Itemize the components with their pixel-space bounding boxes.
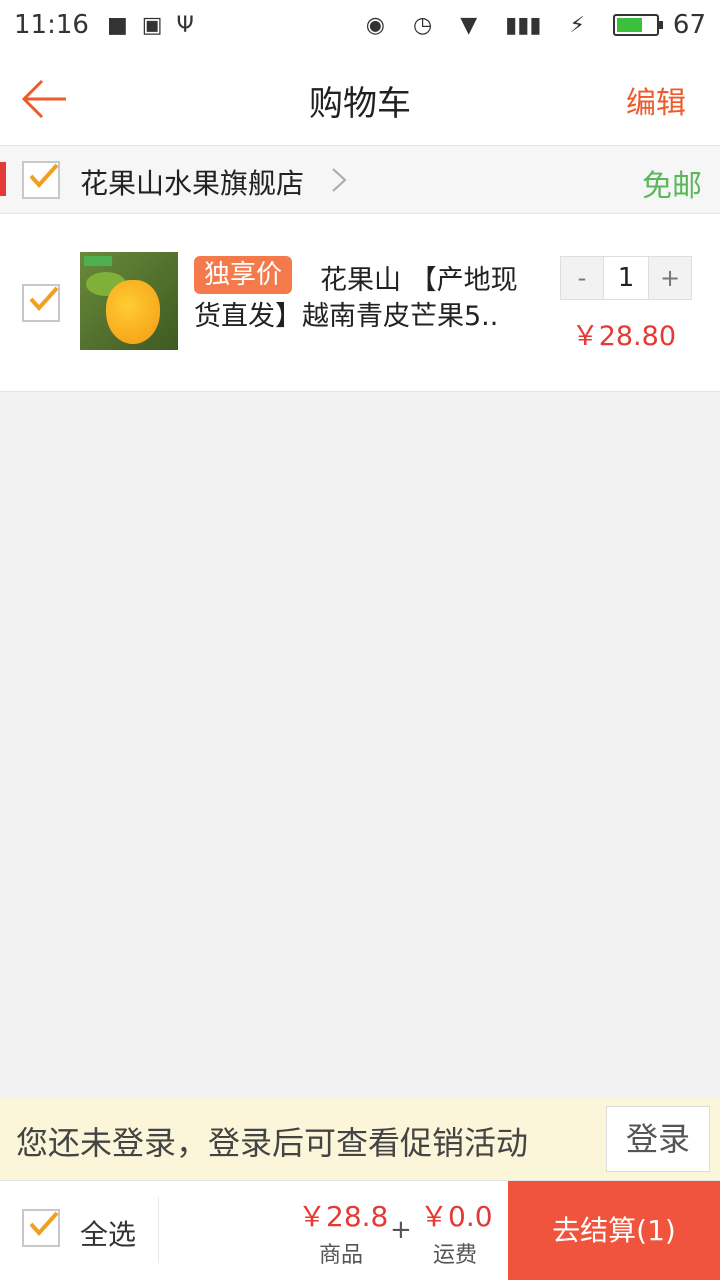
free-shipping-label: 免邮: [642, 169, 702, 204]
notification-icon: ■: [106, 12, 128, 38]
wifi-icon: ▼: [460, 12, 478, 38]
usb-icon: Ψ: [176, 12, 194, 38]
battery-icon: [612, 14, 663, 36]
increment-button[interactable]: +: [649, 257, 691, 299]
product-price: ￥28.80: [571, 321, 676, 352]
store-row[interactable]: 花果山水果旗舰店 免邮: [0, 146, 720, 214]
product-image[interactable]: [80, 252, 178, 350]
login-prompt-text: 您还未登录，登录后可查看促销活动: [16, 1124, 529, 1162]
battery-level: 67: [672, 10, 706, 40]
edit-button[interactable]: 编辑: [626, 78, 686, 122]
status-bar: 11:16 ■ ▣ Ψ ◉ ◷ ▼ ▮▮▮ ⚡ 67: [0, 0, 720, 50]
signal-icon: ▮▮▮: [505, 12, 542, 38]
freight-label: 运费: [432, 1243, 477, 1268]
mango-fruit: [106, 280, 160, 344]
chevron-right-icon[interactable]: [330, 166, 348, 194]
store-checkbox[interactable]: [22, 161, 60, 199]
select-all-label[interactable]: 全选: [80, 1213, 136, 1253]
header: 购物车 编辑: [0, 50, 720, 146]
brand-logo: [84, 256, 112, 266]
alarm-icon: ◷: [413, 12, 433, 38]
checkout-button[interactable]: 去结算(1): [508, 1181, 720, 1280]
cart-item[interactable]: 独享价 花果山 【产地现 货直发】越南青皮芒果5.. - 1 + ￥28.80: [0, 214, 720, 392]
login-button[interactable]: 登录: [606, 1106, 710, 1172]
image-icon: ▣: [141, 12, 163, 38]
store-marker: [0, 162, 6, 196]
exclusive-price-badge: 独享价: [194, 256, 293, 294]
plus-sign: +: [390, 1215, 412, 1245]
quantity-stepper: - 1 +: [560, 256, 692, 300]
freight-total: ￥0.0 运费: [420, 1195, 493, 1269]
page-title: 购物车: [309, 84, 411, 124]
select-all-checkbox[interactable]: [22, 1209, 60, 1247]
check-icon: [29, 163, 59, 188]
freight-amount: ￥0.0: [420, 1200, 493, 1233]
check-icon: [29, 286, 59, 311]
product-name-line1[interactable]: 花果山 【产地现: [320, 258, 518, 297]
checkout-bar: 全选 ￥28.8 商品 + ￥0.0 运费 去结算(1): [0, 1180, 720, 1280]
charging-icon: ⚡: [569, 12, 585, 38]
product-name-line2[interactable]: 货直发】越南青皮芒果5..: [194, 294, 498, 333]
quantity-value[interactable]: 1: [603, 257, 649, 299]
divider: [158, 1197, 159, 1263]
nfc-icon: ◉: [365, 12, 385, 38]
login-prompt-bar: 您还未登录，登录后可查看促销活动 登录: [0, 1098, 720, 1180]
item-checkbox[interactable]: [22, 284, 60, 322]
goods-total: ￥28.8 商品: [298, 1195, 389, 1269]
status-time: 11:16: [14, 10, 89, 40]
check-icon: [29, 1211, 59, 1236]
goods-label: 商品: [318, 1243, 363, 1268]
store-name[interactable]: 花果山水果旗舰店: [80, 162, 304, 202]
goods-amount: ￥28.8: [298, 1200, 389, 1233]
decrement-button[interactable]: -: [561, 257, 603, 299]
